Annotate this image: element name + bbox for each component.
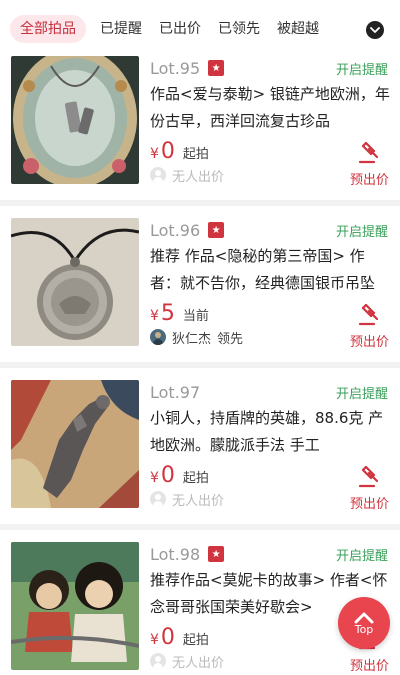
chevron-down-icon[interactable] xyxy=(366,21,384,39)
recommend-badge-icon: ★ xyxy=(208,546,225,562)
lot-title[interactable]: 推荐 作品<隐秘的第三帝国> 作者：就不告你，经典德国银币吊坠 xyxy=(150,243,390,297)
tab-leading[interactable]: 已领先 xyxy=(218,15,260,43)
tab-bid[interactable]: 已出价 xyxy=(159,15,201,43)
back-to-top-label: Top xyxy=(354,622,374,636)
lot-photo-illustration-icon xyxy=(11,542,139,670)
enable-reminder-link[interactable]: 开启提醒 xyxy=(336,383,388,402)
pre-bid-button[interactable]: 预出价 xyxy=(350,493,389,512)
lot-thumbnail[interactable] xyxy=(11,56,139,184)
lot-thumbnail[interactable] xyxy=(11,542,139,670)
bidder-status: 无人出价 xyxy=(172,493,225,509)
pre-bid-button[interactable]: 预出价 xyxy=(350,331,389,350)
enable-reminder-link[interactable]: 开启提醒 xyxy=(336,545,388,564)
price-status: 当前 xyxy=(182,309,209,324)
lot-price: 5 xyxy=(160,301,175,326)
lot-title[interactable]: 作品<爱与泰勒> 银链产地欧洲，年份古早，西洋回流复古珍品 xyxy=(150,81,390,135)
recommend-badge-icon: ★ xyxy=(208,222,225,238)
lot-card[interactable]: Lot.96 ★ 开启提醒 推荐 作品<隐秘的第三帝国> 作者：就不告你，经典德… xyxy=(0,206,400,362)
lot-price: 0 xyxy=(160,139,175,164)
price-status: 起拍 xyxy=(182,633,209,648)
lot-number: Lot.95 xyxy=(150,58,201,78)
lot-number: Lot.98 xyxy=(150,544,201,564)
enable-reminder-link[interactable]: 开启提醒 xyxy=(336,59,388,78)
bidder-name: 狄仁杰 xyxy=(172,331,212,347)
tab-all-lots[interactable]: 全部拍品 xyxy=(10,15,86,43)
avatar xyxy=(150,329,166,345)
lot-price: 0 xyxy=(160,625,175,650)
tab-reminded[interactable]: 已提醒 xyxy=(100,15,142,43)
avatar xyxy=(150,491,166,507)
currency-symbol: ¥ xyxy=(150,308,159,324)
back-to-top-button[interactable]: Top xyxy=(338,597,390,649)
pre-bid-button[interactable]: 预出价 xyxy=(350,655,389,674)
currency-symbol: ¥ xyxy=(150,146,159,162)
pre-bid-button[interactable]: 预出价 xyxy=(350,169,389,188)
gavel-icon[interactable] xyxy=(357,464,383,488)
price-status: 起拍 xyxy=(182,147,209,162)
lot-thumbnail[interactable] xyxy=(11,218,139,346)
lot-title[interactable]: 小铜人，持盾牌的英雄，88.6克 产地欧洲。朦胧派手法 手工 xyxy=(150,405,390,459)
lot-price: 0 xyxy=(160,463,175,488)
currency-symbol: ¥ xyxy=(150,470,159,486)
bidder-status: 无人出价 xyxy=(172,169,225,185)
leading-badge: 领先 xyxy=(217,331,244,347)
lot-number: Lot.96 xyxy=(150,220,201,240)
lot-photo-coin-pendant-icon xyxy=(11,218,139,346)
currency-symbol: ¥ xyxy=(150,632,159,648)
lot-thumbnail[interactable] xyxy=(11,380,139,508)
avatar xyxy=(150,167,166,183)
lot-card[interactable]: Lot.97 开启提醒 小铜人，持盾牌的英雄，88.6克 产地欧洲。朦胧派手法 … xyxy=(0,368,400,524)
lot-photo-necklace-icon xyxy=(11,56,139,184)
recommend-badge-icon: ★ xyxy=(208,60,225,76)
price-status: 起拍 xyxy=(182,471,209,486)
lot-number: Lot.97 xyxy=(150,382,201,402)
enable-reminder-link[interactable]: 开启提醒 xyxy=(336,221,388,240)
lot-card[interactable]: Lot.95 ★ 开启提醒 作品<爱与泰勒> 银链产地欧洲，年份古早，西洋回流复… xyxy=(0,44,400,200)
lot-photo-bronze-figure-icon xyxy=(11,380,139,508)
gavel-icon[interactable] xyxy=(357,140,383,164)
lot-card[interactable]: Lot.98 ★ 开启提醒 推荐作品<莫妮卡的故事> 作者<怀念哥哥张国荣美好歇… xyxy=(0,530,400,675)
tab-outbid[interactable]: 被超越 xyxy=(277,15,319,43)
avatar xyxy=(150,653,166,669)
bidder-status: 无人出价 xyxy=(172,655,225,671)
gavel-icon[interactable] xyxy=(357,302,383,326)
